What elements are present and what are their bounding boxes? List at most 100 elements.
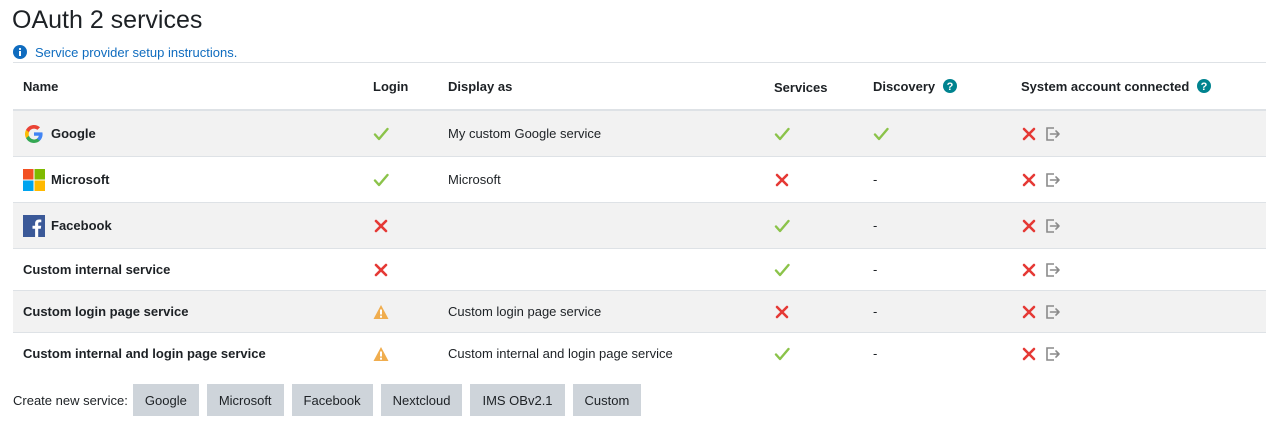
- create-microsoft-button[interactable]: Microsoft: [206, 384, 284, 416]
- col-header-display-as: Display as: [438, 62, 764, 111]
- service-name: Facebook: [51, 218, 112, 233]
- login-icon[interactable]: [1045, 304, 1061, 320]
- system-account-cell: [1011, 156, 1266, 203]
- login-cell: [363, 202, 438, 249]
- service-name-cell: Google: [13, 109, 363, 157]
- display-as-cell: Custom internal and login page service: [438, 332, 764, 374]
- system-account-cell: [1011, 202, 1266, 249]
- services-cell: [764, 202, 863, 249]
- login-cell: [363, 290, 438, 333]
- table-row: Custom internal and login page service Cu…: [13, 332, 1266, 374]
- cross-icon: [775, 173, 789, 187]
- display-as-value: Microsoft: [448, 172, 501, 187]
- service-name-cell: Facebook: [13, 202, 363, 249]
- system-account-cross-icon: [1022, 305, 1036, 319]
- system-account-cell: [1011, 332, 1266, 374]
- table-row: Custom login page service Custom login pa…: [13, 290, 1266, 333]
- col-header-system-account: System account connected ?: [1011, 62, 1266, 111]
- services-cell: [764, 156, 863, 203]
- col-header-discovery-label: Discovery: [873, 78, 936, 94]
- service-name: Custom login page service: [23, 304, 189, 319]
- create-ims-obv21-button[interactable]: IMS OBv2.1: [470, 384, 565, 416]
- create-custom-button[interactable]: Custom: [572, 384, 642, 416]
- service-name-cell: Custom login page service: [13, 290, 363, 333]
- discovery-value: -: [873, 172, 878, 187]
- microsoft-logo-icon: [23, 168, 45, 191]
- login-icon[interactable]: [1045, 262, 1061, 278]
- check-icon: [774, 347, 790, 360]
- svg-text:?: ?: [946, 81, 953, 93]
- discovery-cell: -: [863, 156, 1011, 203]
- check-icon: [774, 263, 790, 276]
- system-account-cross-icon: [1022, 347, 1036, 361]
- table-row: Facebook -: [13, 202, 1266, 249]
- setup-instructions: Service provider setup instructions.: [13, 43, 237, 61]
- discovery-cell: -: [863, 248, 1011, 291]
- table-row: Custom internal service -: [13, 248, 1266, 291]
- discovery-value: -: [873, 346, 878, 361]
- create-new-service-label: Create new service:: [13, 392, 128, 408]
- display-as-cell: [438, 248, 764, 291]
- login-icon[interactable]: [1045, 346, 1061, 362]
- oauth-services-table: Name Login Display as Services Discovery…: [13, 62, 1266, 374]
- cross-icon: [775, 305, 789, 319]
- display-as-value: Custom internal and login page service: [448, 346, 673, 361]
- login-cell: [363, 332, 438, 374]
- help-icon[interactable]: ?: [942, 78, 957, 93]
- create-facebook-button[interactable]: Facebook: [291, 384, 373, 416]
- facebook-logo-icon: [23, 214, 45, 237]
- system-account-cell: [1011, 109, 1266, 157]
- system-account-cross-icon: [1022, 263, 1036, 277]
- login-icon[interactable]: [1045, 172, 1061, 188]
- display-as-value: Custom login page service: [448, 304, 602, 319]
- col-header-name: Name: [13, 62, 363, 111]
- google-logo-icon: [25, 124, 43, 143]
- system-account-cross-icon: [1022, 219, 1036, 233]
- service-name: Google: [51, 126, 96, 141]
- display-as-cell: [438, 202, 764, 249]
- display-as-cell: Custom login page service: [438, 290, 764, 333]
- page-title: OAuth 2 services: [12, 6, 203, 34]
- display-as-cell: My custom Google service: [438, 109, 764, 157]
- services-cell: [764, 290, 863, 333]
- login-cell: [363, 248, 438, 291]
- discovery-check-icon: [873, 127, 889, 140]
- col-header-services: Services: [764, 62, 863, 111]
- warning-icon: [373, 346, 389, 361]
- check-icon: [774, 219, 790, 232]
- login-icon[interactable]: [1045, 126, 1061, 142]
- table-header-row: Name Login Display as Services Discovery…: [13, 62, 1266, 111]
- create-nextcloud-button[interactable]: Nextcloud: [380, 384, 463, 416]
- service-name: Custom internal service: [23, 262, 171, 277]
- system-account-cell: [1011, 248, 1266, 291]
- svg-text:?: ?: [1201, 81, 1208, 93]
- col-header-login: Login: [363, 62, 438, 111]
- service-name-cell: Microsoft: [13, 156, 363, 203]
- info-icon: [13, 45, 27, 59]
- check-icon: [373, 173, 389, 186]
- discovery-value: -: [873, 304, 878, 319]
- service-name: Custom internal and login page service: [23, 346, 266, 361]
- login-icon[interactable]: [1045, 218, 1061, 234]
- discovery-value: -: [873, 218, 878, 233]
- services-cell: [764, 109, 863, 157]
- service-name: Microsoft: [51, 172, 110, 187]
- display-as-value: My custom Google service: [448, 126, 602, 141]
- cross-icon: [374, 219, 388, 233]
- login-cell: [363, 109, 438, 157]
- check-icon: [774, 127, 790, 140]
- create-new-service: Create new service: Google Microsoft Fac…: [13, 384, 649, 416]
- table-row: Google My custom Google service: [13, 109, 1266, 157]
- display-as-cell: Microsoft: [438, 156, 764, 203]
- setup-instructions-link[interactable]: Service provider setup instructions.: [35, 45, 237, 60]
- create-google-button[interactable]: Google: [132, 384, 199, 416]
- table-row: Microsoft Microsoft -: [13, 156, 1266, 203]
- system-account-cell: [1011, 290, 1266, 333]
- login-cell: [363, 156, 438, 203]
- discovery-cell: [863, 109, 1011, 157]
- col-header-system-account-label: System account connected: [1021, 78, 1190, 94]
- service-name-cell: Custom internal service: [13, 248, 363, 291]
- help-icon[interactable]: ?: [1196, 78, 1211, 93]
- discovery-cell: -: [863, 290, 1011, 333]
- services-cell: [764, 332, 863, 374]
